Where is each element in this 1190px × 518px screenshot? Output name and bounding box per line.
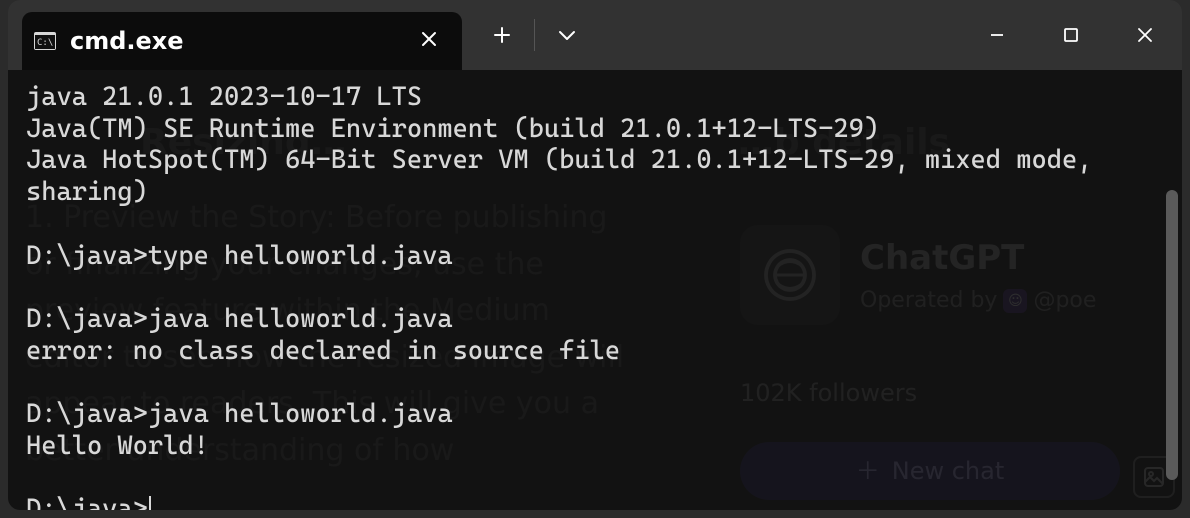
tab-cmd[interactable]: C:\ cmd.exe (22, 12, 462, 70)
tab-dropdown-button[interactable] (539, 10, 595, 60)
terminal-window: C:\ cmd.exe (8, 0, 1182, 510)
minimize-button[interactable] (960, 10, 1034, 60)
maximize-button[interactable] (1034, 10, 1108, 60)
chevron-down-icon (558, 29, 576, 41)
svg-text:C:\: C:\ (37, 38, 53, 48)
plus-icon (493, 26, 511, 44)
cursor (149, 496, 151, 510)
maximize-icon (1063, 27, 1079, 43)
scrollbar-thumb[interactable] (1166, 190, 1178, 480)
tab-title: cmd.exe (70, 27, 398, 55)
cmd-icon: C:\ (34, 30, 56, 52)
close-window-button[interactable] (1108, 10, 1182, 60)
terminal-body[interactable]: java 21.0.1 2023-10-17 LTS Java(TM) SE R… (8, 70, 1182, 510)
tab-close-button[interactable] (412, 25, 446, 58)
minimize-icon (989, 27, 1005, 43)
close-icon (1136, 26, 1154, 44)
divider (534, 19, 535, 51)
close-icon (420, 30, 438, 48)
titlebar: C:\ cmd.exe (8, 0, 1182, 70)
new-tab-button[interactable] (474, 10, 530, 60)
terminal-output: java 21.0.1 2023-10-17 LTS Java(TM) SE R… (26, 82, 1164, 510)
